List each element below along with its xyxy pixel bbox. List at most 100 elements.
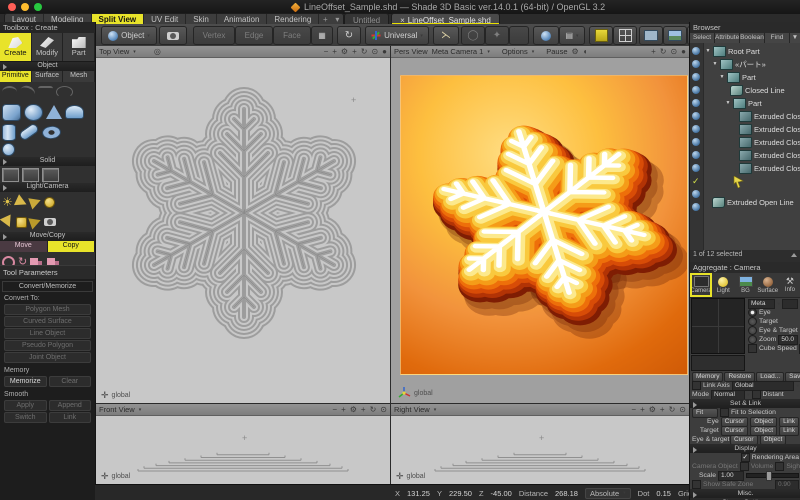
misc-section-bar[interactable]: Misc. [690,489,800,498]
tree-row[interactable]: Extruded Closed [703,110,800,122]
radio-icon[interactable] [748,317,757,326]
scale-field[interactable]: 1.00 [718,471,744,481]
viewport-pers[interactable]: Pers View Meta Camera 1▾ Options▾ Pause … [391,46,689,403]
browser-tab-select[interactable]: Select [690,33,715,43]
orbit-icon[interactable]: ↻ [669,406,676,414]
tree-row[interactable]: ▼Part [703,71,800,83]
pers-view-title[interactable]: Pers View [394,47,428,56]
tree-row[interactable]: Extruded Closed [703,149,800,161]
orbit-icon[interactable]: ↻ [370,406,377,414]
cube-speed-row[interactable]: Cube SpeedFix [746,344,800,353]
memorize-button[interactable]: Memorize [4,376,47,387]
zoom-value-field[interactable]: 50.0 [778,335,798,345]
top-view-title[interactable]: Top View [99,47,129,56]
tool-parameters-header[interactable]: Tool Parameters [0,266,95,279]
eye-target-cursor-button[interactable]: Cursor [730,435,758,445]
checkbox-icon[interactable] [720,408,729,417]
visibility-toggle[interactable] [692,138,700,146]
magnify-icon[interactable]: ⊙ [380,406,387,414]
collapse-arrow-icon[interactable] [791,253,797,257]
tree-row[interactable]: Extruded Open Line [703,196,800,208]
section-object[interactable]: Object [0,62,95,71]
aggregate-tab-bg[interactable]: BG [734,273,756,297]
union-icon[interactable] [2,168,19,182]
close-button[interactable] [8,3,16,11]
filter-funnel-icon[interactable]: ▼ [790,33,800,43]
zoom-in-icon[interactable]: + [640,406,645,414]
pan-icon[interactable]: + [651,48,656,56]
comment-icon[interactable]: ◖ [583,48,588,56]
browser-tab-boolean[interactable]: Boolean [740,33,765,43]
panel-image-icon[interactable] [663,26,687,45]
radio-icon[interactable] [748,335,757,344]
visibility-toggle[interactable] [692,203,700,211]
aggregate-tab-light[interactable]: Light [712,273,734,297]
camera-mode-button[interactable] [159,26,187,45]
tree-row[interactable]: ▼«パート» [703,58,800,70]
options-menu[interactable]: Options [502,47,528,56]
view-settings-icon[interactable]: ◎ [154,48,161,56]
tree-cursor-row[interactable] [703,176,800,188]
visibility-toggle[interactable] [692,60,700,68]
toolbox-header[interactable]: Toolbox : Create [0,22,95,33]
visibility-toggle[interactable] [692,190,700,198]
ambient-light-icon[interactable] [16,217,27,228]
viewport-top[interactable]: Top View▾ ◎ − + ⚙ + ↻ ⊙ ● + + ✛global [96,46,390,403]
right-view-title[interactable]: Right View [394,405,430,414]
zoom-in-icon[interactable]: + [341,406,346,414]
checkbox-checked-icon[interactable]: ✓ [741,453,750,462]
visibility-toggle[interactable] [692,112,700,120]
coordinate-mode-dropdown[interactable]: Absolute▾ [585,488,631,499]
view-gear-icon[interactable]: ⚙ [649,406,656,414]
mode-dropdown[interactable]: Normal [711,390,745,400]
subtab-surface[interactable]: Surface [32,71,64,82]
z-value[interactable]: -45.00 [491,489,512,498]
section-solid[interactable]: Solid [0,157,95,166]
tree-row[interactable]: Extruded Closed [703,162,800,174]
pan-icon[interactable]: + [361,406,366,414]
torus-icon[interactable] [40,124,63,140]
dot-value[interactable]: 0.15 [656,489,671,498]
subtab-mesh[interactable]: Mesh [63,71,95,82]
rotate-tool-icon[interactable]: ↻ [337,26,361,45]
radio-zoom-row[interactable]: Zoom50.0 [746,335,800,344]
expand-icon[interactable]: ▼ [719,74,725,80]
viewport-right[interactable]: Right View▾ − + ⚙ + ↻ ⊙ + ✛global [391,404,689,484]
memory-button[interactable]: Memory [692,372,723,382]
skeleton-tool-icon[interactable]: ⋋ [433,26,459,45]
aggregate-tab-info[interactable]: ⚒Info [779,273,800,297]
browser-tab-find[interactable]: Find [765,33,790,43]
section-move-copy[interactable]: Move/Copy [0,232,95,241]
grid-toggle-icon[interactable] [589,26,613,45]
distant-light-icon[interactable] [28,214,42,229]
viewport-front[interactable]: Front View▾ − + ⚙ + ↻ ⊙ + ✛global [96,404,390,484]
radio-icon[interactable] [748,308,757,317]
sphere-icon[interactable] [24,104,43,121]
meta-dropdown[interactable]: Meta [748,299,775,309]
scale-slider[interactable] [746,473,799,478]
toolbox-tab-modify[interactable]: Modify [32,33,64,61]
zoom-in-icon[interactable]: + [332,48,337,56]
object-mode-button[interactable]: Object▾ [101,26,157,45]
slider-thumb[interactable] [766,471,772,481]
subtab-move[interactable]: Move [0,241,48,252]
set-link-section-bar[interactable]: Set & Link [690,399,800,408]
magnify-icon[interactable]: ⊙ [679,406,686,414]
camera-create-icon[interactable] [44,218,56,226]
expand-icon[interactable]: ▼ [712,61,718,67]
x-value[interactable]: 131.25 [407,489,430,498]
checkbox-icon[interactable] [692,480,701,489]
browser-tab-attributes[interactable]: Attributes [715,33,740,43]
toolbox-tab-part[interactable]: Part [63,33,95,61]
pan-icon[interactable]: + [660,406,665,414]
hemisphere-icon[interactable] [65,105,84,119]
checkbox-icon[interactable] [752,390,761,399]
tree-row[interactable]: Extruded Closed [703,136,800,148]
camera-selector[interactable]: Meta Camera 1 [432,47,484,56]
capsule-icon[interactable] [18,122,40,142]
fit-button[interactable]: Fit [692,408,718,418]
tree-row[interactable]: ▼Part [703,97,800,109]
view-shading-icon[interactable]: ● [681,48,686,56]
spotlight-icon[interactable] [14,194,29,210]
directional-light-icon[interactable] [0,214,15,229]
